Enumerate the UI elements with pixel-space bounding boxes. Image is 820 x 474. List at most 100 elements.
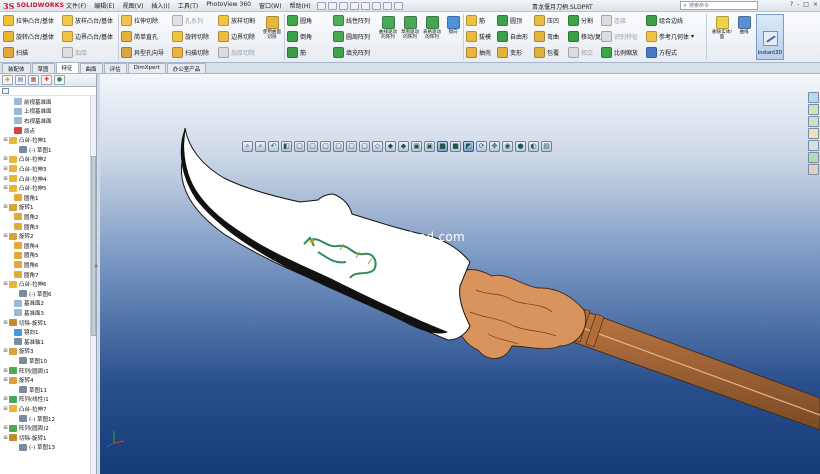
configuration-manager-icon[interactable]: ▦ <box>28 75 39 85</box>
view-orientation-bottom-icon[interactable]: ▢ <box>359 140 370 152</box>
menu-tools[interactable]: 工具(T) <box>174 1 202 10</box>
tree-item[interactable]: ⊞ 凸台-拉伸3 <box>0 164 46 174</box>
section-view-icon[interactable]: ◧ <box>281 140 292 152</box>
split-button[interactable]: 分割 <box>568 14 593 27</box>
simple-hole-button[interactable]: 简单直孔 <box>121 30 158 43</box>
feature-recognition-button[interactable]: 识别特征 <box>601 30 638 43</box>
menu-view[interactable]: 视图(V) <box>119 1 148 10</box>
wireframe-icon[interactable]: ▣ <box>411 140 422 152</box>
dimetric-view-icon[interactable]: ◆ <box>398 140 409 152</box>
undo-icon[interactable] <box>360 1 370 10</box>
tree-expander-icon[interactable]: ⊞ <box>2 368 9 374</box>
sketch-driven-pattern-button[interactable]: 草图驱动的阵列 <box>400 16 420 40</box>
tree-item[interactable]: ⊞ 阵列(圆周)2 <box>0 423 49 433</box>
save-icon[interactable] <box>338 1 348 10</box>
tree-item[interactable]: 基准轴1 <box>0 337 44 347</box>
display-manager-icon[interactable]: ● <box>54 75 65 85</box>
tree-item[interactable]: ⊞ 阵列(圆周)1 <box>0 366 49 376</box>
menu-insert[interactable]: 插入(I) <box>147 1 173 10</box>
menu-photoview[interactable]: PhotoView 360 <box>202 1 255 10</box>
tree-item[interactable]: 圆角3 <box>0 222 39 232</box>
freeform-button[interactable]: 自由形 <box>497 30 528 43</box>
tree-item[interactable]: 圆角6 <box>0 260 39 270</box>
zoom-to-fit-icon[interactable]: ⌕ <box>242 140 253 152</box>
tab-office-products[interactable]: 办公室产品 <box>166 63 207 73</box>
tree-item[interactable]: 圆角7 <box>0 270 39 280</box>
view-orientation-back-icon[interactable]: ▢ <box>307 140 318 152</box>
hidden-lines-visible-icon[interactable]: ▣ <box>424 140 435 152</box>
reference-geometry-button[interactable]: 参考几何体 ▾ <box>646 30 694 43</box>
composite-edge-button[interactable]: 组合边线 <box>646 14 683 27</box>
search-results-icon[interactable] <box>808 128 819 139</box>
sweep-boss-button[interactable]: 扫描 <box>3 46 28 59</box>
tab-evaluate[interactable]: 评估 <box>103 63 127 73</box>
tree-item[interactable]: 前视基准面 <box>0 97 52 107</box>
new-document-icon[interactable] <box>316 1 326 10</box>
pan-icon[interactable]: ✥ <box>489 140 500 152</box>
tab-features[interactable]: 特征 <box>55 62 79 73</box>
tree-expander-icon[interactable]: ⊞ <box>2 406 9 412</box>
trimetric-view-icon[interactable]: ◆ <box>385 140 396 152</box>
fillet-button[interactable]: 圆角 <box>287 14 312 27</box>
panel-collapse-arrow-icon[interactable]: » <box>94 262 98 270</box>
circular-pattern-button[interactable]: 圆周阵列 <box>333 30 370 43</box>
loft-cut-button[interactable]: 放样切割 <box>218 14 255 27</box>
hide-show-items-icon[interactable]: ◉ <box>502 140 513 152</box>
scale-button[interactable]: 比例缩放 <box>601 46 638 59</box>
boundary-cut-button[interactable]: 边界切除 <box>218 30 255 43</box>
rib-feature-button[interactable]: 筋 <box>466 14 485 27</box>
tree-item[interactable]: ⊞ 凸台-拉伸1 <box>0 135 46 145</box>
tree-expander-icon[interactable]: ⊞ <box>2 435 9 441</box>
graphics-area[interactable]: ⌕ ⌕ ↶ ◧ ▢ ▢ ▢ ▢ ▢ ▢ ◇ ◆ ◆ ▣ ▣ ■ ■ ◩ ⟳ ✥ … <box>100 74 820 474</box>
appearances-icon[interactable] <box>808 152 819 163</box>
wrap-button[interactable]: 包覆 <box>534 46 559 59</box>
scene-icon[interactable]: ◐ <box>528 140 539 152</box>
linear-pattern-button[interactable]: 线性阵列 <box>333 14 370 27</box>
curve-driven-pattern-button[interactable]: 曲线驱动的阵列 <box>378 16 398 40</box>
realview-icon[interactable]: ◩ <box>463 140 474 152</box>
menu-edit[interactable]: 编辑(E) <box>90 1 118 10</box>
shaded-with-edges-icon[interactable]: ■ <box>437 140 448 152</box>
tree-item[interactable]: ⊞ 凸台-拉伸6 <box>0 279 46 289</box>
flex-button[interactable]: 弯曲 <box>534 30 559 43</box>
zoom-to-area-icon[interactable]: ⌕ <box>255 140 266 152</box>
tree-expander-icon[interactable]: ⊞ <box>2 185 9 191</box>
appearance-icon[interactable]: ● <box>515 140 526 152</box>
app-logo[interactable]: 3S SOLIDWORKS <box>0 1 64 11</box>
table-driven-pattern-button[interactable]: 表格驱动的阵列 <box>422 16 442 40</box>
tree-expander-icon[interactable]: ⊞ <box>2 137 9 143</box>
tree-scrollbar[interactable] <box>90 96 96 474</box>
minimize-icon[interactable]: - <box>797 1 799 8</box>
dome-button[interactable]: 圆顶 <box>497 14 522 27</box>
menu-file[interactable]: 文件(F) <box>62 1 90 10</box>
mirror-button[interactable]: 镜向 <box>443 16 463 35</box>
tree-item[interactable]: ⊞ 凸台-拉伸2 <box>0 155 46 165</box>
tree-expander-icon[interactable]: ⊞ <box>2 320 9 326</box>
view-settings-icon[interactable]: ▤ <box>541 140 552 152</box>
instant3d-toggle[interactable]: Instant3D <box>756 14 784 60</box>
property-manager-icon[interactable]: ▤ <box>15 75 26 85</box>
custom-properties-icon[interactable] <box>808 164 819 175</box>
delete-body-button[interactable]: 删除实体/面 <box>712 16 732 40</box>
tree-item[interactable]: (-) 草图12 <box>0 414 55 424</box>
extrude-cut-button[interactable]: 拉伸切除 <box>121 14 158 27</box>
fill-pattern-button[interactable]: 填充阵列 <box>333 46 370 59</box>
tree-item[interactable]: ⊞ 凸台-拉伸7 <box>0 404 46 414</box>
chamfer-button[interactable]: 倒角 <box>287 30 312 43</box>
equations-button[interactable]: 方程式 <box>646 46 677 59</box>
tree-expander-icon[interactable]: ⊞ <box>2 281 9 287</box>
tree-item[interactable]: 草图10 <box>0 356 47 366</box>
revolve-boss-button[interactable]: 旋转凸台/基体 <box>3 30 54 43</box>
help-icon[interactable]: ? <box>790 1 793 8</box>
tree-item[interactable]: (-) 草图13 <box>0 443 55 453</box>
rib-button[interactable]: 筋 <box>287 46 306 59</box>
sweep-cut-button[interactable]: 旋转切除 <box>172 30 209 43</box>
curves-button[interactable]: 曲线 <box>734 16 754 35</box>
shell-button[interactable]: 抽壳 <box>466 46 491 59</box>
tree-item[interactable]: 上视基准面 <box>0 107 52 117</box>
intersect-button[interactable]: 相交 <box>568 46 593 59</box>
rotate-view-icon[interactable]: ⟳ <box>476 140 487 152</box>
dimxpert-manager-icon[interactable]: ✚ <box>41 75 52 85</box>
tree-item[interactable]: 圆角5 <box>0 251 39 261</box>
tree-item[interactable]: 基准面2 <box>0 299 44 309</box>
